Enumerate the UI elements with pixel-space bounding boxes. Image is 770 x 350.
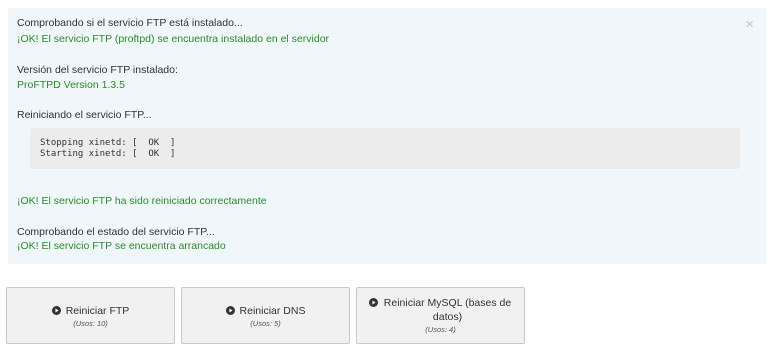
play-circle-icon — [225, 306, 235, 315]
command-output-line: Stopping xinetd: [ OK ] — [40, 138, 176, 148]
log-line-checking-install: Comprobando si el servicio FTP está inst… — [17, 17, 243, 29]
ftp-status-panel: × Comprobando si el servicio FTP está in… — [8, 8, 766, 264]
restart-dns-label: Reiniciar DNS — [239, 305, 306, 317]
play-circle-icon — [51, 306, 61, 315]
restart-mysql-title: Reiniciar MySQL (bases de datos) — [357, 296, 524, 324]
log-line-install-ok: ¡OK! El servicio FTP (proftpd) se encuen… — [17, 33, 330, 45]
log-line-version-label: Versión del servicio FTP instalado: — [17, 64, 178, 76]
log-line-restarting: Reiniciando el servicio FTP... — [17, 109, 152, 121]
restart-mysql-usage: (Usos: 4) — [425, 325, 456, 334]
close-icon[interactable]: × — [745, 17, 754, 32]
restart-mysql-button[interactable]: Reiniciar MySQL (bases de datos) (Usos: … — [356, 287, 525, 344]
play-circle-icon — [369, 298, 378, 307]
restart-ftp-button[interactable]: Reiniciar FTP (Usos: 10) — [6, 287, 175, 344]
restart-mysql-label: Reiniciar MySQL (bases de datos) — [383, 297, 512, 323]
restart-ftp-title: Reiniciar FTP — [7, 304, 174, 318]
restart-dns-title: Reiniciar DNS — [182, 304, 349, 318]
command-output-block: Stopping xinetd: [ OK ] Starting xinetd:… — [30, 128, 740, 169]
command-output-line: Starting xinetd: [ OK ] — [40, 149, 176, 159]
restart-dns-usage: (Usos: 5) — [250, 319, 281, 328]
log-line-restart-ok: ¡OK! El servicio FTP ha sido reiniciado … — [17, 195, 267, 207]
restart-dns-button[interactable]: Reiniciar DNS (Usos: 5) — [181, 287, 350, 344]
restart-ftp-usage: (Usos: 10) — [73, 319, 108, 328]
restart-ftp-label: Reiniciar FTP — [65, 305, 130, 317]
log-line-status-ok: ¡OK! El servicio FTP se encuentra arranc… — [17, 240, 226, 252]
log-line-checking-status: Comprobando el estado del servicio FTP..… — [17, 226, 215, 238]
log-line-version-value: ProFTPD Version 1.3.5 — [17, 79, 125, 91]
